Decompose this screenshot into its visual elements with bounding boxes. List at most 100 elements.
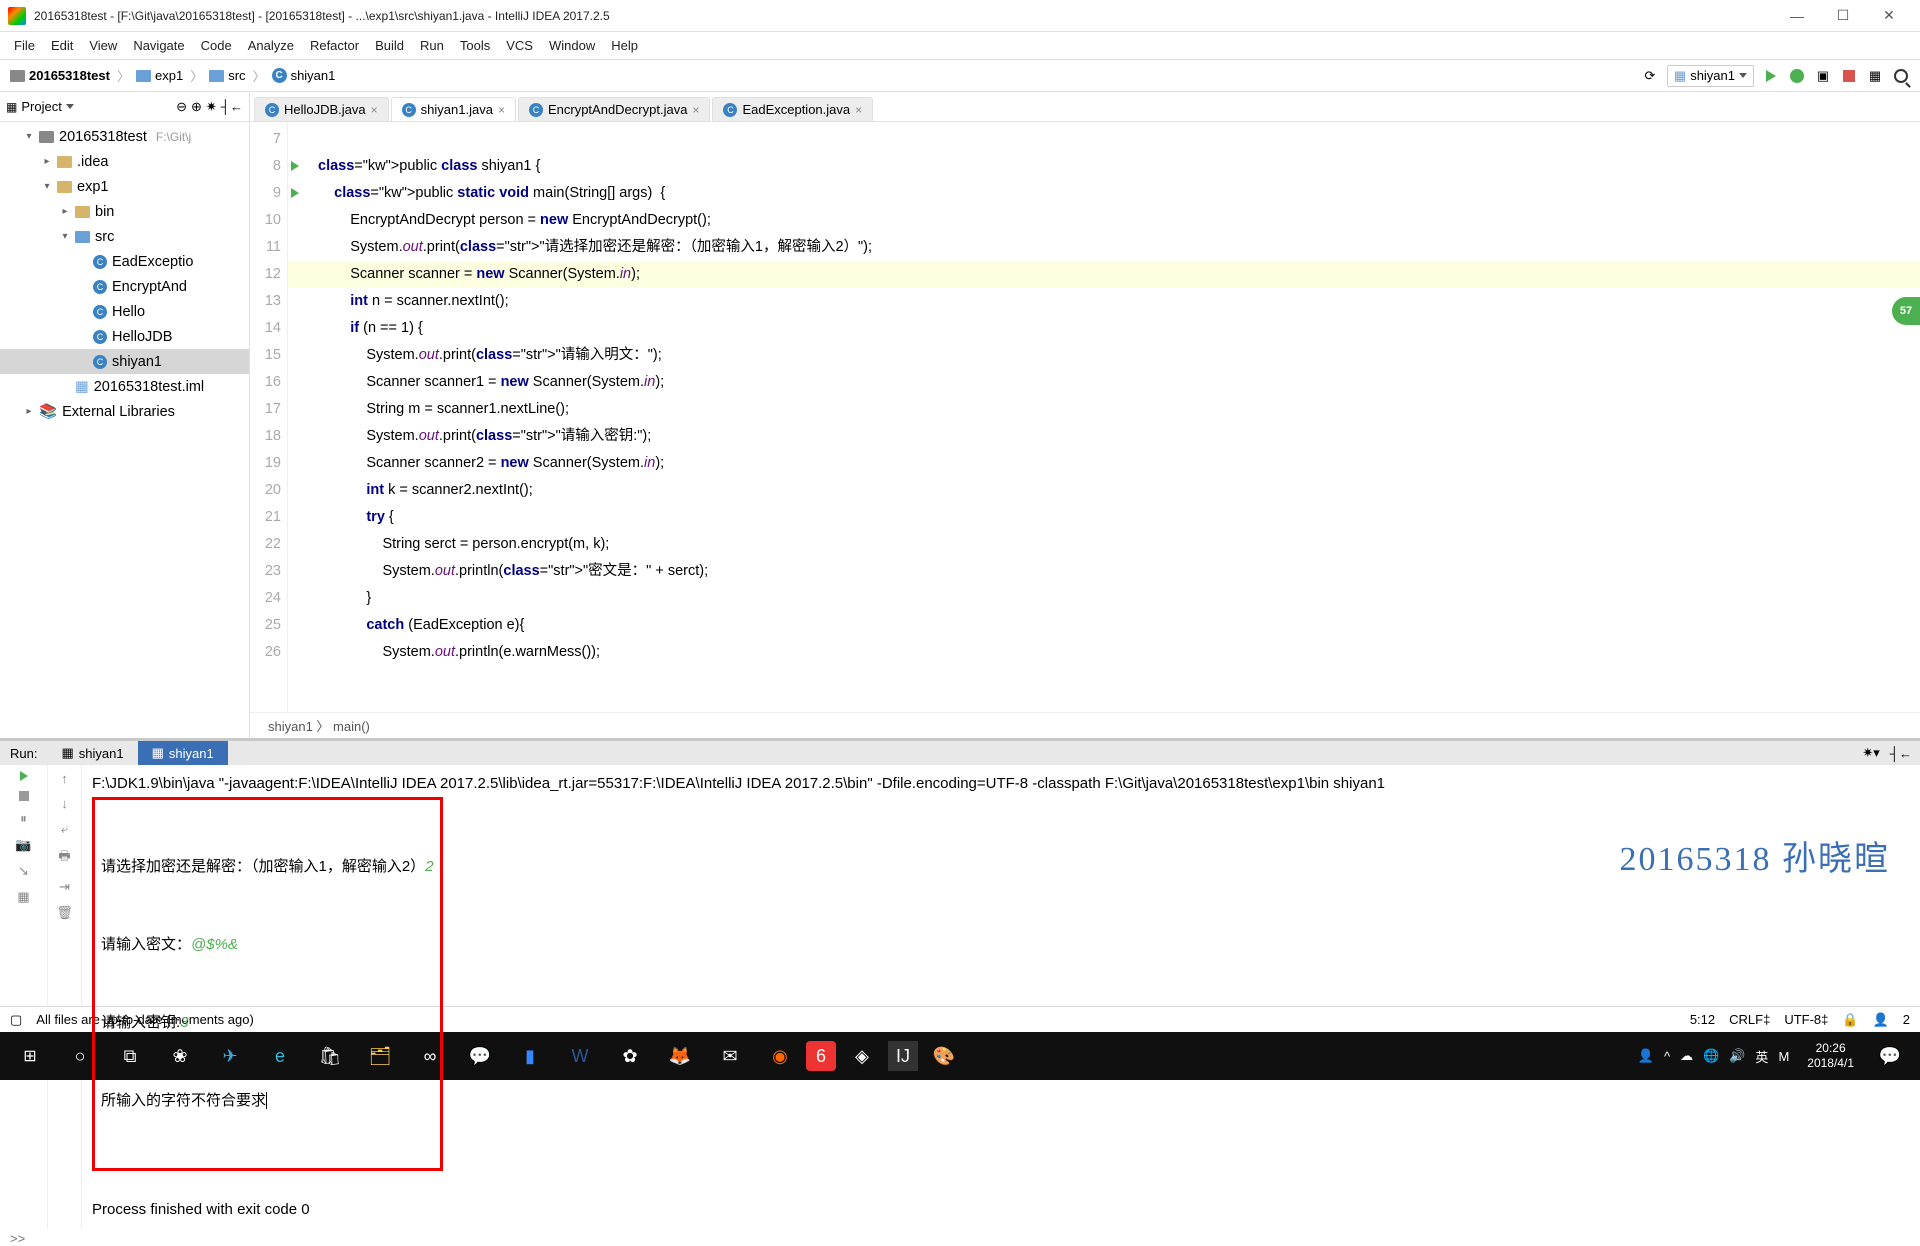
vcs-status-icon[interactable]: ▢ — [10, 1012, 22, 1028]
menu-file[interactable]: File — [6, 36, 43, 55]
window-titlebar: 20165318test - [F:\Git\java\20165318test… — [0, 0, 1920, 32]
editor-tab[interactable]: CHelloJDB.java× — [254, 97, 389, 121]
run-hide-button[interactable]: >> — [0, 1229, 1920, 1244]
cfile-icon: C — [93, 330, 107, 344]
run-config-combo[interactable]: ▦shiyan1 — [1667, 65, 1754, 87]
run-settings-icon[interactable]: ✷▾ — [1862, 745, 1879, 761]
editor-breadcrumb[interactable]: shiyan1 〉 main() — [250, 712, 1920, 738]
minimize-button[interactable]: — — [1774, 1, 1820, 31]
menu-view[interactable]: View — [81, 36, 125, 55]
menu-code[interactable]: Code — [193, 36, 240, 55]
run-tool-window: Run: ▦shiyan1 ▦shiyan1 ✷▾ ┤← ⏸ 📷 ↘ ▦ ↑ ↓… — [0, 738, 1920, 1006]
tree-node[interactable]: CHello — [0, 299, 249, 324]
cfile-icon: C — [93, 305, 107, 319]
class-icon: C — [265, 103, 279, 117]
print-button[interactable]: 🖶 — [58, 847, 70, 869]
search-button[interactable] — [1892, 67, 1910, 85]
navigation-bar: 20165318test〉 exp1〉 src〉 Cshiyan1 ⟳ ▦shi… — [0, 60, 1920, 92]
toolbar: ⟳ ▦shiyan1 ▣ ▦ — [1641, 65, 1910, 87]
editor-tab[interactable]: Cshiyan1.java× — [391, 97, 516, 121]
run-tab-1[interactable]: ▦shiyan1 — [138, 741, 228, 765]
tree-node[interactable]: CHelloJDB — [0, 324, 249, 349]
coverage-button[interactable]: ▣ — [1814, 67, 1832, 85]
editor-tab[interactable]: CEncryptAndDecrypt.java× — [518, 97, 710, 121]
tree-node[interactable]: CEncryptAnd — [0, 274, 249, 299]
exit-button[interactable]: ↘ — [18, 863, 29, 879]
start-button[interactable]: ⊞ — [6, 1036, 54, 1076]
class-icon: C — [723, 103, 737, 117]
crumb-root[interactable]: 20165318test〉 — [10, 66, 133, 85]
project-title: Project — [21, 99, 61, 114]
run-hide-icon[interactable]: ┤← — [1890, 746, 1912, 761]
code-editor[interactable]: 7891011121314151617181920212223242526 cl… — [250, 122, 1920, 712]
inspection-badge[interactable]: 57 — [1892, 297, 1920, 325]
tree-node[interactable]: ▾src — [0, 224, 249, 249]
stop-run-button[interactable] — [19, 791, 29, 801]
close-tab-icon[interactable]: × — [692, 103, 699, 117]
folder-icon — [209, 70, 224, 82]
tree-node[interactable]: ▾20165318testF:\Git\j — [0, 124, 249, 149]
down-button[interactable]: ↓ — [61, 796, 68, 811]
settings-icon[interactable]: ✷ — [206, 99, 217, 115]
intellij-logo-icon — [8, 7, 26, 25]
menu-vcs[interactable]: VCS — [498, 36, 541, 55]
tree-node[interactable]: ▸bin — [0, 199, 249, 224]
up-button[interactable]: ↑ — [61, 771, 68, 786]
scroll-button[interactable]: ⇥ — [59, 879, 70, 895]
menu-edit[interactable]: Edit — [43, 36, 81, 55]
menu-window[interactable]: Window — [541, 36, 603, 55]
menu-analyze[interactable]: Analyze — [240, 36, 302, 55]
close-button[interactable]: ✕ — [1866, 1, 1912, 31]
rerun-button[interactable] — [20, 771, 28, 781]
editor-tab[interactable]: CEadException.java× — [712, 97, 873, 121]
crumb-file[interactable]: Cshiyan1 — [272, 68, 336, 83]
run-label: Run: — [0, 746, 47, 761]
close-tab-icon[interactable]: × — [371, 103, 378, 117]
target-icon[interactable]: ⊕ — [191, 99, 202, 115]
chevron-down-icon[interactable] — [66, 104, 74, 109]
tree-node[interactable]: Cshiyan1 — [0, 349, 249, 374]
console-output[interactable]: F:\JDK1.9\bin\java "-javaagent:F:\IDEA\I… — [82, 765, 1920, 1229]
run-button[interactable] — [1762, 67, 1780, 85]
tree-node[interactable]: ▸📚External Libraries — [0, 399, 249, 424]
menu-tools[interactable]: Tools — [452, 36, 498, 55]
cfile-icon: C — [93, 355, 107, 369]
crumb-src[interactable]: src〉 — [209, 66, 268, 85]
menu-help[interactable]: Help — [603, 36, 646, 55]
wrap-button[interactable]: ⤶ — [61, 821, 68, 837]
layout-button[interactable]: ▦ — [17, 889, 29, 905]
run-tab-0[interactable]: ▦shiyan1 — [47, 741, 137, 765]
code-content[interactable]: class="kw">public class shiyan1 { class=… — [288, 122, 1920, 712]
chevron-down-icon — [1739, 73, 1747, 78]
folder-icon — [57, 156, 72, 168]
dump-button[interactable]: 📷 — [15, 837, 31, 853]
stop-button[interactable] — [1840, 67, 1858, 85]
close-tab-icon[interactable]: × — [855, 103, 862, 117]
folder-icon — [136, 70, 151, 82]
pause-button[interactable]: ⏸ — [20, 811, 27, 827]
tree-node[interactable]: ▸.idea — [0, 149, 249, 174]
close-tab-icon[interactable]: × — [498, 103, 505, 117]
lib-icon: 📚 — [39, 403, 57, 420]
menu-navigate[interactable]: Navigate — [125, 36, 192, 55]
menu-run[interactable]: Run — [412, 36, 452, 55]
menu-build[interactable]: Build — [367, 36, 412, 55]
tree-node[interactable]: CEadExceptio — [0, 249, 249, 274]
breadcrumb: 20165318test〉 exp1〉 src〉 Cshiyan1 — [10, 66, 335, 85]
tree-node[interactable]: ▾exp1 — [0, 174, 249, 199]
menu-refactor[interactable]: Refactor — [302, 36, 367, 55]
window-title: 20165318test - [F:\Git\java\20165318test… — [34, 9, 1774, 23]
project-tree[interactable]: ▾20165318testF:\Git\j▸.idea▾exp1▸bin▾src… — [0, 122, 249, 738]
crumb-exp1[interactable]: exp1〉 — [136, 66, 206, 85]
maximize-button[interactable]: ☐ — [1820, 1, 1866, 31]
run-side-toolbar: ⏸ 📷 ↘ ▦ — [0, 765, 48, 1229]
clear-button[interactable]: 🗑 — [56, 905, 73, 921]
collapse-icon[interactable]: ⊖ — [176, 99, 187, 115]
debug-button[interactable] — [1788, 67, 1806, 85]
sync-icon[interactable]: ⟳ — [1641, 67, 1659, 85]
layout-button[interactable]: ▦ — [1866, 67, 1884, 85]
gutter: 7891011121314151617181920212223242526 — [250, 122, 288, 712]
run-side-toolbar2: ↑ ↓ ⤶ 🖶 ⇥ 🗑 — [48, 765, 82, 1229]
hide-icon[interactable]: ┤← — [221, 99, 243, 114]
tree-node[interactable]: ▦20165318test.iml — [0, 374, 249, 399]
